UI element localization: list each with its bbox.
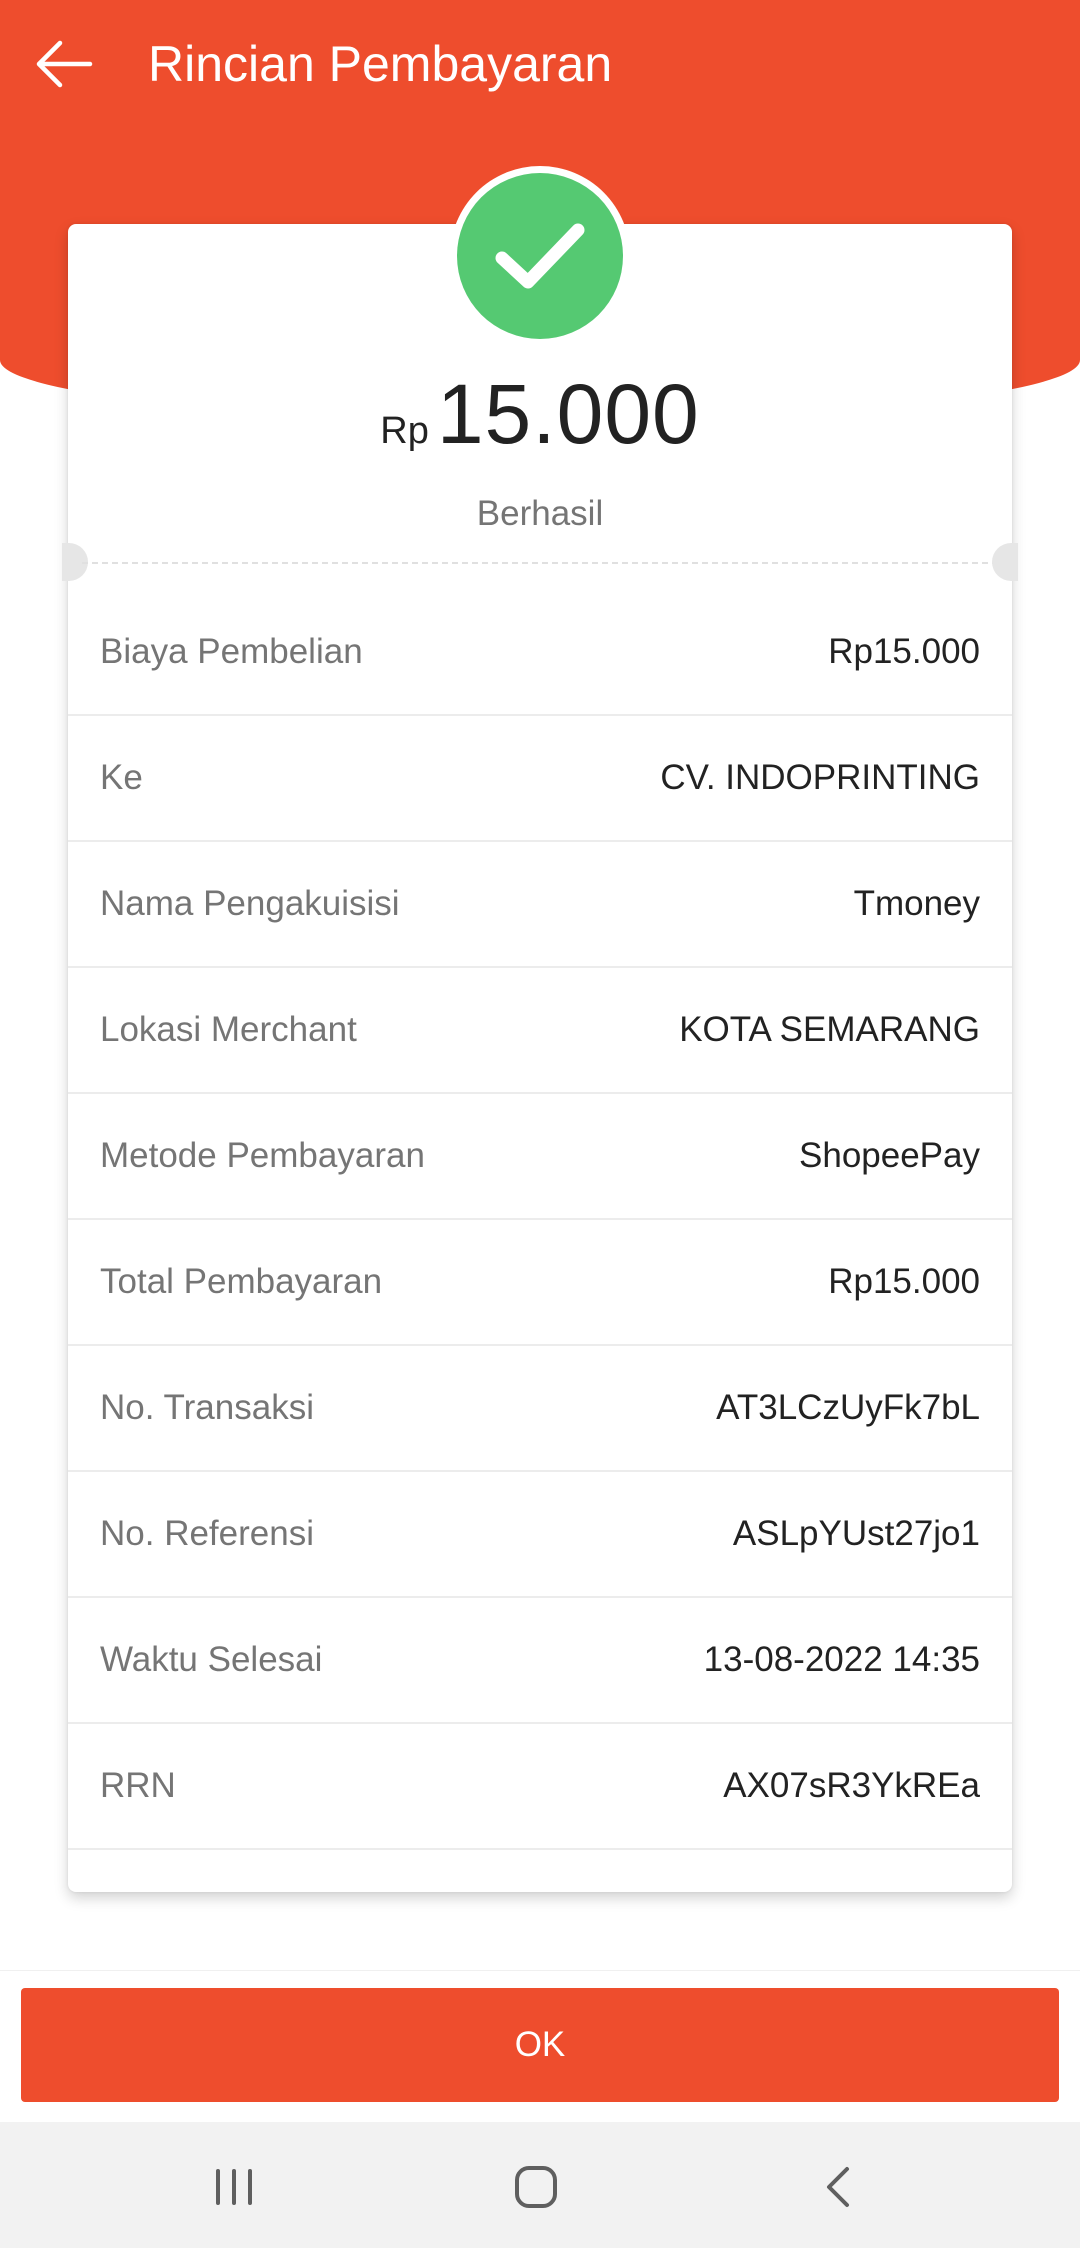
- recent-apps-button[interactable]: [194, 2152, 274, 2222]
- detail-value: AT3LCzUyFk7bL: [716, 1388, 980, 1427]
- detail-row-acquirer: Nama Pengakuisisi Tmoney: [68, 842, 1012, 968]
- detail-value: ShopeePay: [799, 1136, 980, 1175]
- detail-label: Waktu Selesai: [100, 1640, 323, 1679]
- detail-value: CV. INDOPRINTING: [660, 758, 980, 797]
- arrow-left-icon: [36, 40, 93, 88]
- payment-status: Berhasil: [476, 494, 604, 533]
- detail-row-recipient: Ke CV. INDOPRINTING: [68, 716, 1012, 842]
- detail-label: No. Transaksi: [100, 1388, 314, 1427]
- back-chevron-icon: [827, 2167, 849, 2207]
- detail-row-overflow: [68, 1850, 1012, 1910]
- detail-row-reference-no: No. Referensi ASLpYUst27jo1: [68, 1472, 1012, 1598]
- page-title: Rincian Pembayaran: [148, 36, 613, 92]
- detail-row-transaction-no: No. Transaksi AT3LCzUyFk7bL: [68, 1346, 1012, 1472]
- details-list: Biaya Pembelian Rp15.000 Ke CV. INDOPRIN…: [68, 590, 1012, 1910]
- top-app-bar: Rincian Pembayaran: [0, 0, 1080, 132]
- detail-row-rrn: RRN AX07sR3YkREa: [68, 1724, 1012, 1850]
- detail-label: Total Pembayaran: [100, 1262, 383, 1301]
- success-badge: [450, 166, 630, 346]
- detail-value: KOTA SEMARANG: [679, 1010, 980, 1049]
- detail-row-total-payment: Total Pembayaran Rp15.000: [68, 1220, 1012, 1346]
- checkmark-icon: [495, 223, 585, 289]
- detail-value: AX07sR3YkREa: [723, 1766, 980, 1805]
- detail-value: Rp15.000: [828, 632, 980, 671]
- detail-label: Ke: [100, 758, 143, 797]
- detail-value: ASLpYUst27jo1: [732, 1514, 980, 1553]
- detail-label: Nama Pengakuisisi: [100, 884, 400, 923]
- home-icon: [515, 2166, 557, 2208]
- system-back-button[interactable]: [798, 2152, 878, 2222]
- amount-value: 15.000: [436, 367, 700, 461]
- detail-row-completed-time: Waktu Selesai 13-08-2022 14:35: [68, 1598, 1012, 1724]
- detail-row-payment-method: Metode Pembayaran ShopeePay: [68, 1094, 1012, 1220]
- home-button[interactable]: [496, 2152, 576, 2222]
- back-button[interactable]: [30, 30, 98, 98]
- payment-amount: Rp15.000: [0, 366, 1080, 463]
- check-circle-icon: [457, 173, 623, 339]
- detail-row-merchant-location: Lokasi Merchant KOTA SEMARANG: [68, 968, 1012, 1094]
- detail-row-purchase-cost: Biaya Pembelian Rp15.000: [68, 590, 1012, 716]
- detail-label: Metode Pembayaran: [100, 1136, 425, 1175]
- detail-label: Lokasi Merchant: [100, 1010, 357, 1049]
- detail-label: No. Referensi: [100, 1514, 314, 1553]
- detail-value: 13-08-2022 14:35: [703, 1640, 980, 1679]
- payment-details-screen: Rincian Pembayaran Rp15.000 Berhasil Bia…: [0, 0, 1080, 2248]
- perforation-divider: [82, 562, 998, 564]
- detail-value: Rp15.000: [828, 1262, 980, 1301]
- detail-label: RRN: [100, 1766, 176, 1805]
- detail-label: Biaya Pembelian: [100, 632, 363, 671]
- recent-apps-icon: [216, 2169, 252, 2205]
- currency-label: Rp: [380, 410, 429, 452]
- detail-value: Tmoney: [853, 884, 980, 923]
- ok-button[interactable]: OK: [21, 1988, 1059, 2102]
